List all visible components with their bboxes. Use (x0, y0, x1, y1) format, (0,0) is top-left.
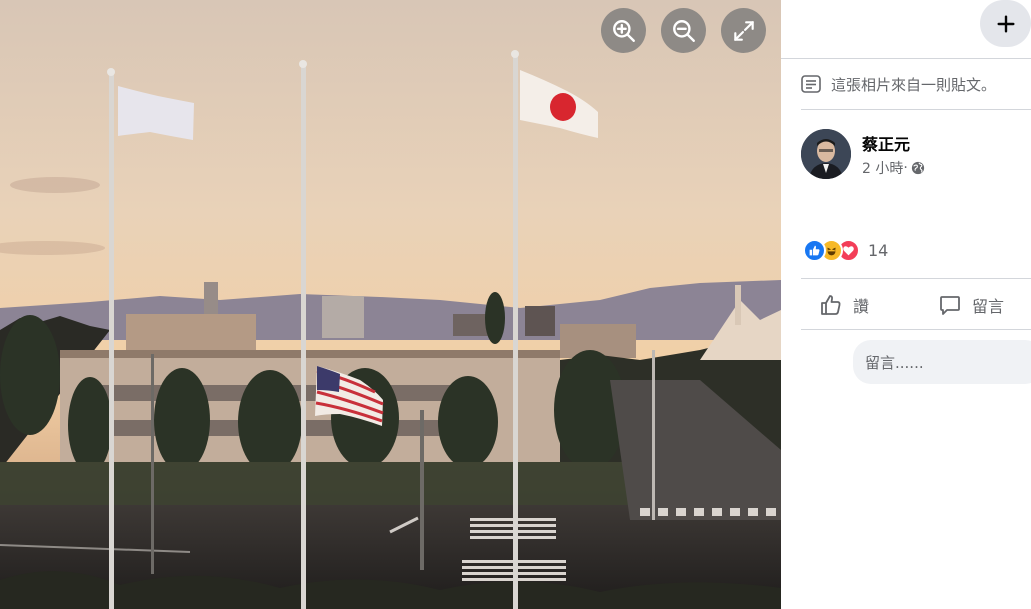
zoom-out-button[interactable] (661, 8, 706, 53)
comment-icon (940, 296, 960, 315)
divider (781, 58, 1031, 59)
comment-button[interactable]: 留言 (938, 290, 1004, 320)
zoom-in-icon (612, 19, 635, 42)
like-button[interactable]: 讚 (819, 290, 869, 320)
post-icon (801, 75, 821, 93)
author-name[interactable]: 蔡正元 (862, 131, 910, 155)
comment-input[interactable]: 留言...... (853, 340, 1031, 384)
post-note-text: 這張相片來自一則貼文。 (831, 75, 997, 94)
post-meta: 2 小時 · (862, 158, 925, 178)
divider (801, 278, 1031, 279)
side-panel: 這張相片來自一則貼文。 蔡正元 2 小時 · 14 讚 留言 留言...... (781, 0, 1031, 609)
photo (0, 0, 781, 609)
comment-label: 留言 (972, 297, 1005, 316)
comment-placeholder: 留言...... (865, 353, 924, 372)
like-icon (803, 239, 826, 262)
reaction-summary[interactable]: 14 (803, 239, 888, 262)
thumbs-up-icon (821, 295, 841, 315)
like-label: 讚 (853, 297, 870, 316)
divider (801, 109, 1031, 110)
zoom-out-icon (672, 19, 695, 42)
photo-viewer (0, 0, 781, 609)
globe-icon[interactable] (911, 161, 925, 175)
add-button[interactable] (980, 0, 1031, 47)
post-time[interactable]: 2 小時 (862, 158, 903, 178)
expand-icon (733, 20, 754, 41)
zoom-in-button[interactable] (601, 8, 646, 53)
plus-icon (996, 14, 1015, 33)
divider (801, 329, 1031, 330)
avatar-image (801, 129, 851, 179)
post-source-note: 這張相片來自一則貼文。 (801, 72, 996, 96)
fullscreen-button[interactable] (721, 8, 766, 53)
avatar[interactable] (801, 129, 851, 179)
meta-separator: · (903, 160, 908, 176)
reaction-count[interactable]: 14 (868, 241, 888, 260)
